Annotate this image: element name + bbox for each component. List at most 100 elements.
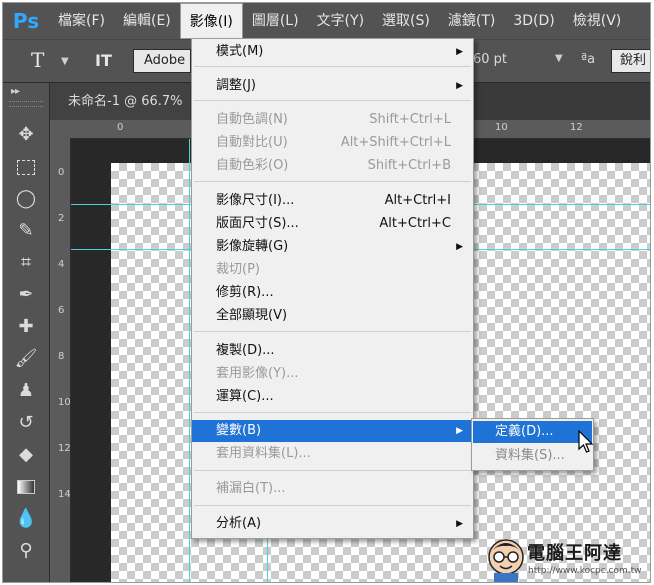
ruler-label: 6 bbox=[58, 305, 65, 316]
quick-selection-tool-icon[interactable]: ✎ bbox=[13, 219, 39, 243]
font-family-select[interactable]: Adobe bbox=[133, 49, 191, 73]
healing-brush-tool-icon[interactable]: ✚ bbox=[13, 315, 39, 339]
menu-item-mode[interactable]: 模式(M) ▶ bbox=[192, 41, 473, 63]
ruler-label: 0 bbox=[58, 167, 65, 178]
menu-item-shortcut: Alt+Ctrl+I bbox=[384, 193, 451, 208]
menu-item-shortcut: Alt+Shift+Ctrl+L bbox=[340, 135, 451, 150]
menu-item-duplicate[interactable]: 複製(D)... bbox=[192, 340, 473, 362]
menu-view[interactable]: 檢視(V) bbox=[564, 3, 631, 39]
menu-separator bbox=[194, 505, 471, 506]
submenu-arrow-icon: ▶ bbox=[456, 81, 463, 91]
menu-item-image-size[interactable]: 影像尺寸(I)... Alt+Ctrl+I bbox=[192, 190, 473, 212]
watermark: 電腦王阿達 http://www.kocpc.com.tw bbox=[486, 535, 654, 585]
mascot-logo-icon bbox=[488, 539, 524, 582]
crop-tool-icon[interactable]: ⌗ bbox=[13, 251, 39, 275]
menu-item-adjustments[interactable]: 調整(J) ▶ bbox=[192, 75, 473, 97]
lasso-tool-icon[interactable]: ◯ bbox=[13, 187, 39, 211]
menu-item-label: 運算(C)... bbox=[216, 389, 274, 404]
brush-tool-icon[interactable]: 🖌 bbox=[13, 347, 39, 371]
menu-separator bbox=[194, 470, 471, 471]
menu-item-calculations[interactable]: 運算(C)... bbox=[192, 386, 473, 408]
menu-item-label: 裁切(P) bbox=[216, 262, 260, 277]
menu-item-apply-data-set[interactable]: 套用資料集(L)... bbox=[192, 443, 473, 465]
dodge-tool-icon[interactable]: ⚲ bbox=[13, 539, 39, 563]
mouse-cursor-icon bbox=[578, 430, 594, 453]
watermark-title: 電腦王阿達 bbox=[527, 543, 622, 564]
eyedropper-tool-icon[interactable]: ✒ bbox=[13, 283, 39, 307]
menu-image[interactable]: 影像(I) bbox=[179, 3, 243, 39]
anti-alias-select[interactable]: 銳利 bbox=[611, 49, 650, 73]
menu-item-label: 補漏白(T)... bbox=[216, 481, 286, 496]
menu-item-crop[interactable]: 裁切(P) bbox=[192, 259, 473, 281]
variables-submenu: 定義(D)... 資料集(S)... bbox=[471, 418, 594, 471]
ruler-origin[interactable] bbox=[50, 120, 70, 138]
photoshop-logo: Ps bbox=[12, 9, 40, 33]
eraser-tool-icon[interactable]: ◆ bbox=[13, 443, 39, 467]
menu-item-label: 變數(B) bbox=[216, 423, 262, 438]
panel-grip[interactable] bbox=[9, 101, 43, 107]
ruler-label: 12 bbox=[58, 443, 71, 454]
text-orientation-icon[interactable]: IT bbox=[95, 51, 112, 70]
menu-item-apply-image[interactable]: 套用影像(Y)... bbox=[192, 363, 473, 385]
menu-item-trim[interactable]: 修剪(R)... bbox=[192, 282, 473, 304]
menu-item-label: 自動色調(N) bbox=[216, 112, 288, 127]
photoshop-window: Ps 檔案(F) 編輯(E) 影像(I) 圖層(L) 文字(Y) 選取(S) 濾… bbox=[2, 2, 651, 583]
move-tool-icon[interactable]: ✥ bbox=[13, 123, 39, 147]
menu-item-label: 修剪(R)... bbox=[216, 285, 274, 300]
menu-item-shortcut: Shift+Ctrl+B bbox=[367, 158, 451, 173]
submenu-arrow-icon: ▶ bbox=[456, 519, 463, 529]
menu-item-trap[interactable]: 補漏白(T)... bbox=[192, 478, 473, 500]
ruler-label: 0 bbox=[117, 122, 124, 133]
document-tab[interactable]: 未命名-1 @ 66.7% bbox=[50, 83, 190, 120]
ruler-label: 10 bbox=[58, 397, 71, 408]
menu-separator bbox=[194, 181, 471, 182]
blur-tool-icon[interactable]: 💧 bbox=[13, 507, 39, 531]
submenu-item-define[interactable]: 定義(D)... bbox=[473, 421, 592, 443]
menu-item-label: 自動色彩(O) bbox=[216, 158, 289, 173]
type-tool-icon[interactable]: T bbox=[31, 48, 44, 72]
menu-item-label: 套用資料集(L)... bbox=[216, 446, 311, 461]
menu-type[interactable]: 文字(Y) bbox=[308, 3, 373, 39]
menu-item-label: 分析(A) bbox=[216, 516, 262, 531]
menu-item-auto-tone[interactable]: 自動色調(N) Shift+Ctrl+L bbox=[192, 109, 473, 131]
menu-item-canvas-size[interactable]: 版面尺寸(S)... Alt+Ctrl+C bbox=[192, 213, 473, 235]
gradient-tool-icon[interactable] bbox=[13, 475, 39, 499]
menu-item-label: 模式(M) bbox=[216, 44, 264, 59]
ruler-label: 14 bbox=[58, 489, 71, 500]
marquee-tool-icon[interactable] bbox=[13, 155, 39, 179]
submenu-item-label: 資料集(S)... bbox=[495, 448, 565, 463]
guide-vertical[interactable] bbox=[189, 139, 190, 582]
menu-edit[interactable]: 編輯(E) bbox=[114, 3, 180, 39]
menu-separator bbox=[194, 412, 471, 413]
menu-item-auto-color[interactable]: 自動色彩(O) Shift+Ctrl+B bbox=[192, 155, 473, 177]
menu-item-label: 影像尺寸(I)... bbox=[216, 193, 295, 208]
menu-select[interactable]: 選取(S) bbox=[373, 3, 439, 39]
clone-stamp-tool-icon[interactable]: ♟ bbox=[13, 379, 39, 403]
menu-3d[interactable]: 3D(D) bbox=[504, 3, 563, 39]
menu-file[interactable]: 檔案(F) bbox=[49, 3, 114, 39]
submenu-item-data-sets[interactable]: 資料集(S)... bbox=[473, 445, 592, 467]
collapse-panel-icon[interactable]: ▸▸ bbox=[11, 86, 20, 97]
menu-item-label: 套用影像(Y)... bbox=[216, 366, 299, 381]
font-size-select[interactable]: 60 pt bbox=[473, 52, 507, 67]
menu-item-analysis[interactable]: 分析(A) ▶ bbox=[192, 513, 473, 535]
menu-item-label: 複製(D)... bbox=[216, 343, 275, 358]
ruler-label: 2 bbox=[58, 213, 65, 224]
menu-layer[interactable]: 圖層(L) bbox=[243, 3, 308, 39]
tool-preset-chevron-icon[interactable]: ▼ bbox=[61, 56, 69, 67]
submenu-item-label: 定義(D)... bbox=[495, 424, 554, 439]
menu-filter[interactable]: 濾鏡(T) bbox=[439, 3, 504, 39]
submenu-arrow-icon: ▶ bbox=[456, 47, 463, 57]
submenu-arrow-icon: ▶ bbox=[456, 242, 463, 252]
submenu-arrow-icon: ▶ bbox=[456, 426, 463, 436]
menu-item-label: 調整(J) bbox=[216, 78, 256, 93]
menu-item-image-rotation[interactable]: 影像旋轉(G) ▶ bbox=[192, 236, 473, 258]
anti-alias-icon: ªa bbox=[581, 52, 596, 67]
vertical-ruler[interactable]: 0 2 4 6 8 10 12 14 bbox=[50, 138, 71, 582]
menu-item-variables[interactable]: 變數(B) ▶ bbox=[192, 420, 473, 442]
menu-item-reveal-all[interactable]: 全部顯現(V) bbox=[192, 305, 473, 327]
history-brush-tool-icon[interactable]: ↺ bbox=[13, 411, 39, 435]
menu-item-auto-contrast[interactable]: 自動對比(U) Alt+Shift+Ctrl+L bbox=[192, 132, 473, 154]
font-size-chevron-icon[interactable]: ▼ bbox=[555, 53, 563, 64]
menu-item-label: 自動對比(U) bbox=[216, 135, 288, 150]
